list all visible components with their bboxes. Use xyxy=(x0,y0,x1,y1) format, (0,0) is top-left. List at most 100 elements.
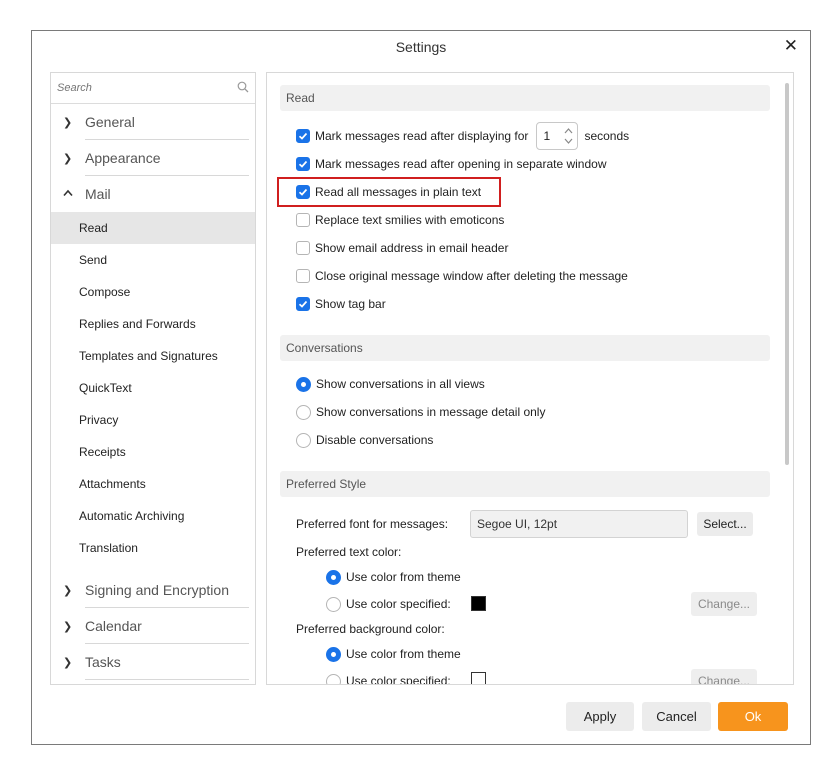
chevron-right-icon: ❯ xyxy=(63,584,73,597)
label: Show conversations in message detail onl… xyxy=(316,405,546,419)
sidebar-group-label: Mail xyxy=(85,186,111,202)
option-show-email[interactable]: Show email address in email header xyxy=(296,238,508,258)
settings-content-panel: Read Mark messages read after displaying… xyxy=(266,72,794,685)
option-tag-bar[interactable]: Show tag bar xyxy=(296,294,386,314)
font-label: Preferred font for messages: xyxy=(296,517,449,531)
label: Use color specified: xyxy=(346,674,451,685)
chevron-right-icon: ❯ xyxy=(63,656,73,669)
sidebar-group-label: Signing and Encryption xyxy=(85,582,229,598)
checkbox-mark-read-after[interactable] xyxy=(296,129,310,143)
radio-conv-all-views[interactable] xyxy=(296,376,311,392)
scrollbar[interactable] xyxy=(785,83,789,465)
seconds-value[interactable]: 1 xyxy=(537,129,550,143)
sidebar-group-appearance[interactable]: ❯ Appearance xyxy=(51,140,255,176)
radio-bg-color-specified[interactable] xyxy=(326,673,341,684)
sidebar-group-mail[interactable]: Mail xyxy=(51,176,255,212)
option-text-color-specified[interactable]: Use color specified: xyxy=(326,594,451,614)
spinner-arrows[interactable] xyxy=(564,126,573,146)
option-text-color-theme[interactable]: Use color from theme xyxy=(326,567,461,587)
select-font-button[interactable]: Select... xyxy=(697,512,753,536)
apply-button[interactable]: Apply xyxy=(566,702,634,731)
option-bg-color-theme[interactable]: Use color from theme xyxy=(326,644,461,664)
label: Mark messages read after displaying for xyxy=(315,129,529,143)
sidebar-item-read[interactable]: Read xyxy=(51,212,255,244)
text-color-swatch[interactable] xyxy=(471,596,486,611)
sidebar-item-replies-and-forwards[interactable]: Replies and Forwards xyxy=(51,308,255,340)
radio-conv-disable[interactable] xyxy=(296,432,311,448)
checkbox-plain-text[interactable] xyxy=(296,185,310,199)
option-conv-disable[interactable]: Disable conversations xyxy=(296,430,433,450)
search-input[interactable] xyxy=(51,73,221,102)
sidebar-item-receipts[interactable]: Receipts xyxy=(51,436,255,468)
change-bg-color-button[interactable]: Change... xyxy=(691,669,757,684)
checkbox-mark-separate-window[interactable] xyxy=(296,157,310,171)
chevron-right-icon: ❯ xyxy=(63,620,73,633)
search-box xyxy=(51,73,255,104)
chevron-up-icon xyxy=(63,188,85,200)
label: Show conversations in all views xyxy=(316,377,485,391)
section-header-preferred-style: Preferred Style xyxy=(280,471,770,497)
cancel-button[interactable]: Cancel xyxy=(642,702,711,731)
change-text-color-button[interactable]: Change... xyxy=(691,592,757,616)
label: Use color from theme xyxy=(346,647,461,661)
sidebar-item-attachments[interactable]: Attachments xyxy=(51,468,255,500)
label: Read all messages in plain text xyxy=(315,185,482,199)
section-header-conversations: Conversations xyxy=(280,335,770,361)
label: Replace text smilies with emoticons xyxy=(315,213,505,227)
option-plain-text[interactable]: Read all messages in plain text xyxy=(296,182,481,202)
bg-color-label: Preferred background color: xyxy=(296,622,445,636)
option-mark-read-after[interactable]: Mark messages read after displaying for … xyxy=(296,122,630,150)
chevron-right-icon: ❯ xyxy=(63,116,73,129)
sidebar-group-signing-and-encryption[interactable]: ❯ Signing and Encryption xyxy=(51,572,255,608)
option-smilies[interactable]: Replace text smilies with emoticons xyxy=(296,210,504,230)
sidebar-item-send[interactable]: Send xyxy=(51,244,255,276)
checkbox-smilies[interactable] xyxy=(296,213,310,227)
sidebar-item-quicktext[interactable]: QuickText xyxy=(51,372,255,404)
checkbox-tag-bar[interactable] xyxy=(296,297,310,311)
sidebar-item-compose[interactable]: Compose xyxy=(51,276,255,308)
option-bg-color-specified[interactable]: Use color specified: xyxy=(326,671,451,685)
sidebar-group-calendar[interactable]: ❯ Calendar xyxy=(51,608,255,644)
checkbox-show-email[interactable] xyxy=(296,241,310,255)
close-icon[interactable]: ✕ xyxy=(784,36,798,56)
section-header-read: Read xyxy=(280,85,770,111)
font-field[interactable]: Segoe UI, 12pt xyxy=(470,510,688,538)
bg-color-swatch[interactable] xyxy=(471,672,486,684)
dialog-title: Settings xyxy=(395,39,447,55)
sidebar-item-privacy[interactable]: Privacy xyxy=(51,404,255,436)
sidebar-group-label: Tasks xyxy=(85,654,121,670)
seconds-spinner[interactable]: 1 xyxy=(536,122,579,150)
sidebar-item-translation[interactable]: Translation xyxy=(51,532,255,564)
label: Show tag bar xyxy=(315,297,386,311)
radio-bg-color-theme[interactable] xyxy=(326,646,341,662)
label: Disable conversations xyxy=(316,433,434,447)
label: Use color from theme xyxy=(346,570,461,584)
chevron-down-icon xyxy=(564,138,573,144)
chevron-right-icon: ❯ xyxy=(63,152,73,165)
option-mark-separate-window[interactable]: Mark messages read after opening in sepa… xyxy=(296,154,607,174)
settings-dialog: Settings ✕ ❯ General ❯ Appearance Mail R… xyxy=(31,30,811,745)
sidebar-group-tasks[interactable]: ❯ Tasks xyxy=(51,644,255,680)
label: Use color specified: xyxy=(346,597,451,611)
chevron-up-icon xyxy=(564,128,573,134)
radio-text-color-theme[interactable] xyxy=(326,569,341,585)
sidebar-item-automatic-archiving[interactable]: Automatic Archiving xyxy=(51,500,255,532)
label: seconds xyxy=(584,129,630,143)
label: Show email address in email header xyxy=(315,241,509,255)
sidebar-group-general[interactable]: ❯ General xyxy=(51,104,255,140)
text-color-label: Preferred text color: xyxy=(296,545,402,559)
sidebar-group-label: Calendar xyxy=(85,618,142,634)
radio-conv-detail-only[interactable] xyxy=(296,404,311,420)
ok-button[interactable]: Ok xyxy=(718,702,788,731)
divider xyxy=(85,679,249,680)
label: Mark messages read after opening in sepa… xyxy=(315,157,607,171)
checkbox-close-original[interactable] xyxy=(296,269,310,283)
sidebar-item-templates-and-signatures[interactable]: Templates and Signatures xyxy=(51,340,255,372)
option-conv-all-views[interactable]: Show conversations in all views xyxy=(296,374,485,394)
search-icon[interactable] xyxy=(237,81,249,96)
option-conv-detail-only[interactable]: Show conversations in message detail onl… xyxy=(296,402,545,422)
option-close-original[interactable]: Close original message window after dele… xyxy=(296,266,628,286)
radio-text-color-specified[interactable] xyxy=(326,596,341,612)
label: Close original message window after dele… xyxy=(315,269,628,283)
settings-sidebar: ❯ General ❯ Appearance Mail Read Send Co… xyxy=(50,72,256,685)
